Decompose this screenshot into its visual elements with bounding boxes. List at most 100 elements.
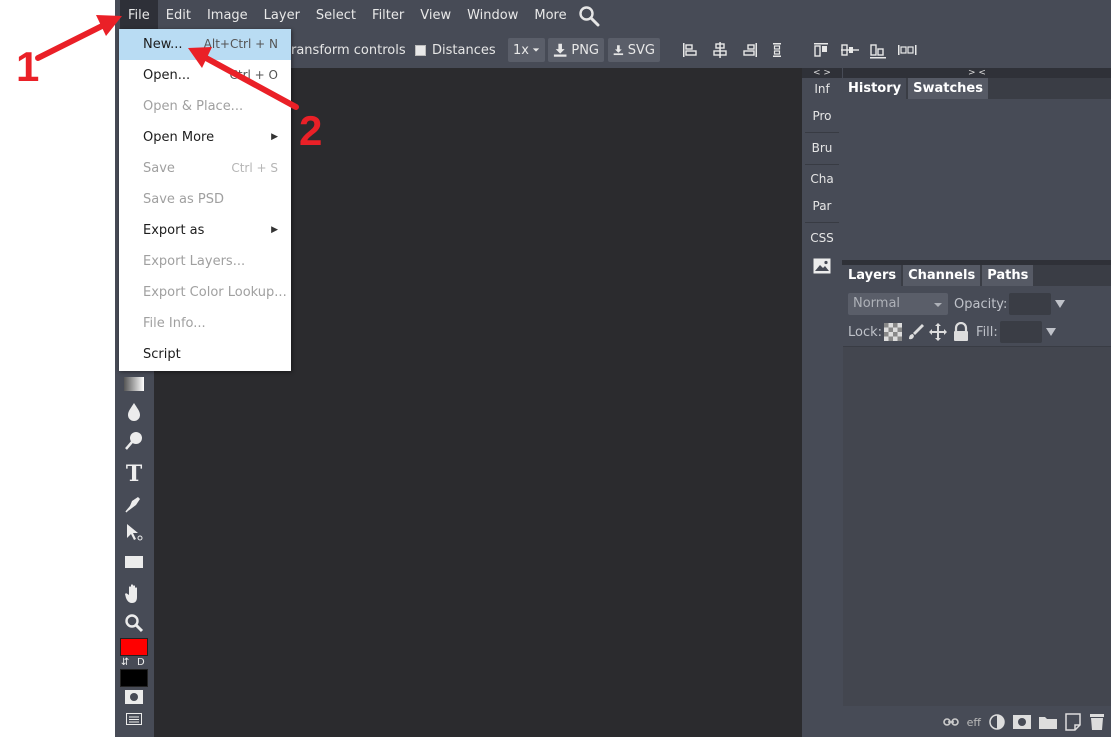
svg-label: SVG (627, 42, 655, 58)
rectangle-tool[interactable] (119, 548, 149, 576)
adjustment-layer-icon[interactable] (989, 714, 1005, 730)
menu-item-shortcut: Alt+Ctrl + N (203, 37, 278, 51)
menu-item-label: Open & Place... (143, 99, 244, 114)
distances-toggle[interactable]: Distances (415, 43, 496, 58)
foreground-color-swatch[interactable] (120, 638, 148, 656)
menu-view[interactable]: View (412, 0, 459, 32)
swap-colors-icon[interactable]: ⇵ (121, 657, 129, 668)
distribute-v-icon[interactable] (896, 38, 922, 62)
tab-channels[interactable]: Channels (903, 265, 981, 286)
layers-tabs: Layers Channels Paths (843, 265, 1111, 286)
menu-item-open[interactable]: Open... Ctrl + O (119, 60, 291, 91)
panel-paragraph[interactable]: Par (802, 193, 842, 220)
screen-mode-icon[interactable] (119, 708, 149, 730)
type-tool[interactable]: T (119, 460, 149, 488)
menu-layer[interactable]: Layer (256, 0, 308, 32)
opacity-input[interactable] (1009, 293, 1052, 315)
trash-icon[interactable] (1089, 713, 1105, 731)
lock-pixels-brush-icon[interactable] (906, 322, 926, 342)
lock-all-icon[interactable] (952, 322, 970, 342)
menu-item-label: Open More (143, 130, 215, 145)
menu-item-script[interactable]: Script (119, 339, 291, 370)
lock-position-move-icon[interactable] (928, 322, 948, 342)
menu-item-shortcut: Ctrl + S (231, 161, 278, 175)
new-layer-icon[interactable] (1065, 713, 1081, 731)
file-menu-dropdown: New... Alt+Ctrl + N Open... Ctrl + O Ope… (119, 29, 291, 371)
divider (805, 164, 839, 165)
expand-toggle[interactable]: > < (843, 68, 1111, 78)
default-colors-button[interactable]: D (137, 657, 145, 668)
path-select-tool[interactable] (119, 518, 149, 546)
panel-properties[interactable]: Pro (802, 103, 842, 130)
menu-select[interactable]: Select (308, 0, 364, 32)
menu-item-label: Export as (143, 223, 205, 238)
blend-mode-select[interactable]: Normal (848, 293, 948, 315)
download-icon (613, 45, 624, 56)
menu-file[interactable]: File (120, 0, 158, 32)
fill-dropdown-icon[interactable] (1045, 327, 1057, 337)
export-png-button[interactable]: PNG (548, 38, 604, 62)
menu-item-export-layers: Export Layers... (119, 246, 291, 277)
dodge-tool[interactable] (119, 427, 149, 455)
menu-item-export-as[interactable]: Export as ▶ (119, 215, 291, 246)
layers-panel: Layers Channels Paths Normal Opacity: Lo… (843, 265, 1111, 737)
divider (805, 222, 839, 223)
export-svg-button[interactable]: SVG (608, 38, 660, 62)
fill-input[interactable] (999, 321, 1042, 343)
align-center-h-icon[interactable] (709, 38, 731, 62)
layer-effects-button[interactable]: eff (967, 716, 981, 729)
menu-item-save: Save Ctrl + S (119, 153, 291, 184)
panel-info[interactable]: Inf (802, 76, 842, 103)
annotation-step-2: 2 (299, 107, 323, 154)
tab-layers[interactable]: Layers (843, 265, 902, 286)
link-layers-icon[interactable] (942, 717, 959, 727)
opacity-dropdown-icon[interactable] (1054, 299, 1066, 309)
align-left-icon[interactable] (679, 38, 701, 62)
menu-edit[interactable]: Edit (158, 0, 199, 32)
menu-more[interactable]: More (526, 0, 574, 32)
layer-mask-icon[interactable] (1013, 715, 1031, 729)
panel-css[interactable]: CSS (802, 225, 842, 252)
chevron-down-icon (532, 48, 540, 52)
tab-paths[interactable]: Paths (982, 265, 1034, 286)
tab-swatches[interactable]: Swatches (908, 78, 988, 99)
layers-footer: eff (843, 707, 1111, 737)
divider (805, 132, 839, 133)
gradient-tool[interactable] (119, 370, 149, 398)
distribute-h-icon[interactable] (766, 38, 788, 62)
hand-tool[interactable] (119, 580, 149, 608)
menu-image[interactable]: Image (199, 0, 256, 32)
menu-item-open-more[interactable]: Open More ▶ (119, 122, 291, 153)
zoom-tool[interactable] (119, 609, 149, 637)
blur-tool[interactable] (119, 398, 149, 426)
distances-checkbox[interactable] (415, 44, 426, 56)
align-top-icon[interactable] (810, 38, 832, 62)
submenu-arrow-icon: ▶ (271, 132, 278, 142)
annotation-step-1: 1 (16, 43, 40, 90)
menu-item-export-color-lookup: Export Color Lookup... (119, 277, 291, 308)
menu-window[interactable]: Window (459, 0, 526, 32)
tab-history[interactable]: History (843, 78, 907, 99)
zoom-value: 1x (513, 42, 529, 58)
image-icon[interactable] (813, 258, 831, 278)
chevron-down-icon (934, 303, 942, 307)
align-middle-v-icon[interactable] (839, 38, 861, 62)
panel-character[interactable]: Cha (802, 166, 842, 193)
download-icon (553, 43, 567, 57)
search-icon[interactable] (575, 0, 603, 32)
zoom-select[interactable]: 1x (508, 38, 545, 62)
arrow-1-shaft (35, 22, 107, 61)
lock-transparency-icon[interactable] (884, 323, 903, 341)
panel-brush[interactable]: Bru (802, 135, 842, 162)
quick-mask-icon[interactable] (119, 684, 149, 710)
align-right-icon[interactable] (739, 38, 761, 62)
layers-list[interactable] (843, 346, 1111, 706)
align-bottom-icon[interactable] (867, 38, 889, 62)
menu-item-file-info: File Info... (119, 308, 291, 339)
menu-item-new[interactable]: New... Alt+Ctrl + N (119, 29, 291, 60)
folder-icon[interactable] (1039, 715, 1057, 729)
distances-label: Distances (432, 42, 496, 58)
menu-filter[interactable]: Filter (364, 0, 412, 32)
menu-item-label: Export Color Lookup... (143, 285, 287, 300)
pen-tool[interactable] (119, 489, 149, 517)
